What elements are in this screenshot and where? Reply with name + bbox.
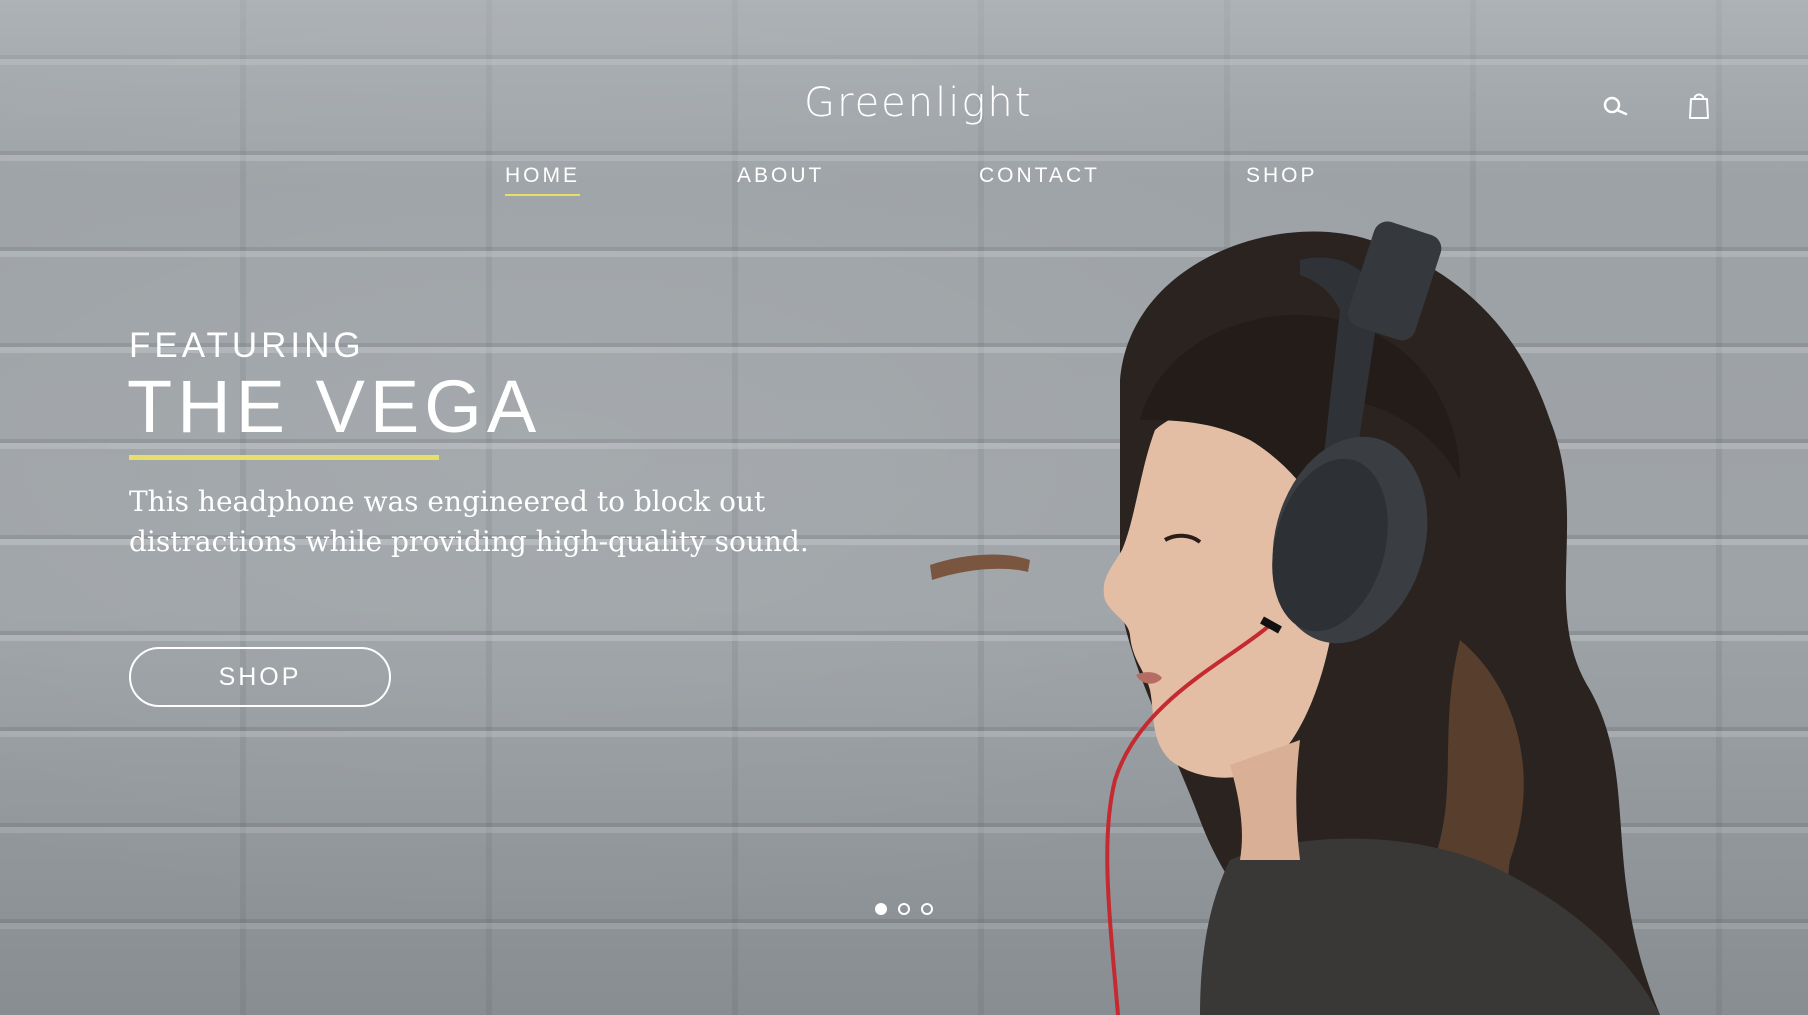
- nav-item-about[interactable]: ABOUT: [737, 164, 824, 194]
- nav-item-shop[interactable]: SHOP: [1246, 164, 1318, 194]
- model-with-headphones-image: [900, 220, 1700, 1015]
- hero-eyebrow: FEATURING: [129, 326, 365, 365]
- main-nav: HOME ABOUT CONTACT SHOP: [0, 164, 1808, 204]
- title-underline: [129, 455, 439, 460]
- slider-dot-2[interactable]: [898, 903, 910, 915]
- slider-dot-3[interactable]: [921, 903, 933, 915]
- shop-button[interactable]: SHOP: [129, 647, 391, 707]
- shopping-bag-icon[interactable]: [1684, 90, 1714, 120]
- hero-banner: Greenlight HOME ABOUT CONTACT SHOP FEATU…: [0, 0, 1808, 1015]
- nav-item-contact[interactable]: CONTACT: [979, 164, 1100, 194]
- slider-dot-1[interactable]: [875, 903, 887, 915]
- slider-dots: [875, 903, 933, 915]
- brand-logo[interactable]: Greenlight: [804, 80, 1030, 126]
- hero-description: This headphone was engineered to block o…: [129, 485, 809, 558]
- nav-item-home[interactable]: HOME: [505, 164, 580, 196]
- search-icon[interactable]: [1600, 92, 1630, 122]
- hero-title: THE VEGA: [127, 365, 542, 448]
